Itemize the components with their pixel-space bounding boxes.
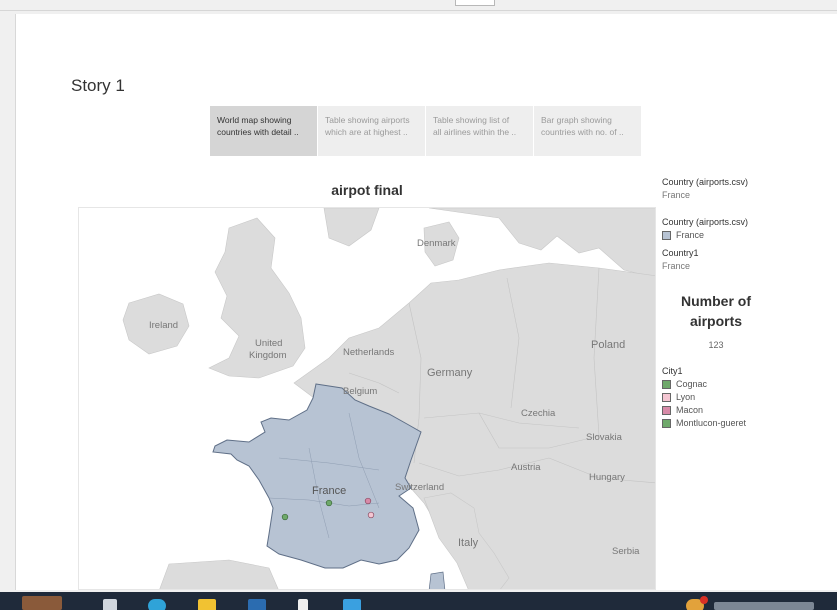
- city-legend-lyon[interactable]: Lyon: [662, 392, 832, 402]
- tab-2-line-1: Table showing airports: [325, 115, 410, 125]
- label-france: France: [312, 485, 346, 497]
- story-point-tab-2[interactable]: Table showing airports which are at high…: [318, 106, 425, 156]
- tab-3-line-2: all airlines within the ..: [433, 127, 517, 137]
- scroll-handle[interactable]: [455, 0, 495, 6]
- cognac-swatch: [662, 379, 671, 389]
- label-poland: Poland: [591, 339, 625, 351]
- label-italy: Italy: [458, 537, 479, 549]
- kpi-title-line-2: airports: [689, 313, 743, 329]
- tab-4-line-2: countries with no. of ..: [541, 127, 624, 137]
- notification-badge-icon: [700, 596, 708, 604]
- label-czechia: Czechia: [521, 408, 556, 419]
- label-slovakia: Slovakia: [586, 432, 623, 443]
- file-explorer-icon[interactable]: [198, 599, 216, 610]
- city-legend-lyon-label: Lyon: [676, 392, 696, 402]
- taskbar-window-label[interactable]: [714, 602, 814, 610]
- label-austria: Austria: [511, 462, 541, 473]
- color-legend-france[interactable]: France: [662, 230, 832, 240]
- story-point-tab-3[interactable]: Table showing list of all airlines withi…: [426, 106, 533, 156]
- story-point-tab-4[interactable]: Bar graph showing countries with no. of …: [534, 106, 641, 156]
- story-navigator: World map showing countries with detail …: [210, 106, 641, 156]
- task-view-icon[interactable]: [103, 599, 117, 610]
- story-point-tab-1[interactable]: World map showing countries with detail …: [210, 106, 317, 156]
- label-netherlands: Netherlands: [343, 347, 394, 358]
- france-swatch: [662, 230, 671, 240]
- tab-1-line-2: countries with detail ..: [217, 127, 299, 137]
- city-legend-header: City1: [662, 366, 683, 376]
- tab-2-line-2: which are at highest ..: [325, 127, 408, 137]
- filter-legend-panel: Country (airports.csv) France Country (a…: [662, 177, 832, 428]
- city-legend-cognac[interactable]: Cognac: [662, 379, 832, 389]
- map-view[interactable]: Denmark Ireland United Kingdom Netherlan…: [78, 207, 656, 590]
- color-legend-country-header: Country (airports.csv): [662, 217, 749, 227]
- filter-country-value[interactable]: France: [662, 190, 832, 200]
- pencil-icon[interactable]: [298, 599, 308, 610]
- label-serbia: Serbia: [612, 546, 640, 557]
- tab-3-line-1: Table showing list of: [433, 115, 510, 125]
- browser-icon[interactable]: [148, 599, 166, 610]
- country1-value[interactable]: France: [662, 261, 832, 271]
- label-uk-line-1: United: [255, 338, 282, 349]
- city-legend-macon[interactable]: Macon: [662, 405, 832, 415]
- city-legend-macon-label: Macon: [676, 405, 704, 415]
- airport-marker-cognac[interactable]: [281, 513, 289, 521]
- label-uk-line-2: Kingdom: [249, 350, 287, 361]
- label-ireland: Ireland: [149, 320, 178, 331]
- story-title: Story 1: [71, 76, 125, 95]
- airport-marker-montlucon-gueret[interactable]: [325, 499, 333, 507]
- label-belgium: Belgium: [343, 386, 377, 397]
- corsica-land: [428, 571, 446, 589]
- window-top-bar: [0, 0, 837, 11]
- filter-country-header: Country (airports.csv): [662, 177, 749, 187]
- tab-4-line-1: Bar graph showing: [541, 115, 612, 125]
- city-legend-montlucon-gueret[interactable]: Montlucon-gueret: [662, 418, 832, 428]
- lyon-swatch: [662, 392, 671, 402]
- label-germany: Germany: [427, 367, 473, 379]
- color-legend-france-label: France: [676, 230, 705, 240]
- store-icon[interactable]: [343, 599, 361, 610]
- label-switzerland: Switzerland: [395, 482, 444, 493]
- montlucon-gueret-swatch: [662, 418, 671, 428]
- city-legend-cognac-label: Cognac: [676, 379, 708, 389]
- os-taskbar: [0, 592, 837, 610]
- viz-title: airpot final: [331, 182, 403, 198]
- country1-header: Country1: [662, 248, 699, 258]
- desktop-wallpaper-icon[interactable]: [22, 596, 62, 610]
- tab-1-line-1: World map showing: [217, 115, 292, 125]
- kpi-value: 123: [708, 340, 724, 350]
- label-denmark: Denmark: [417, 238, 456, 249]
- label-hungary: Hungary: [589, 472, 625, 483]
- airport-marker-lyon[interactable]: [367, 511, 375, 519]
- kpi-title-line-1: Number of: [681, 293, 751, 309]
- app-icon[interactable]: [248, 599, 266, 610]
- city-legend-montlucon-gueret-label: Montlucon-gueret: [676, 418, 747, 428]
- kpi-card: Number of airports 123: [662, 291, 832, 350]
- macon-swatch: [662, 405, 671, 415]
- airport-marker-macon[interactable]: [364, 497, 372, 505]
